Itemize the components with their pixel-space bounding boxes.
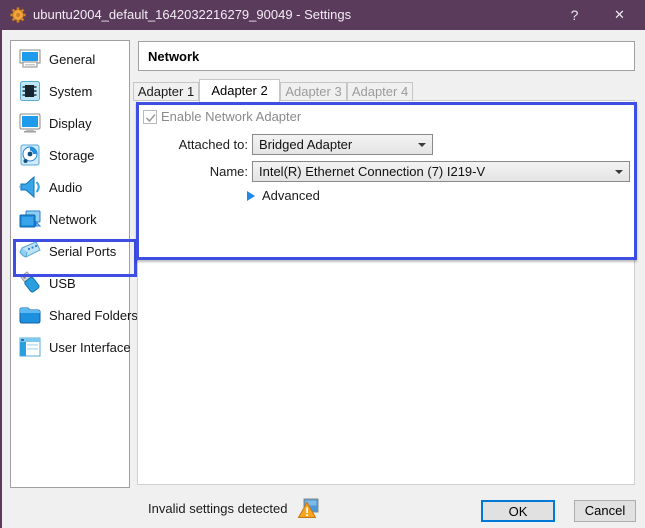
sidebar-item-display[interactable]: Display — [12, 107, 128, 139]
sidebar-item-general[interactable]: General — [12, 43, 128, 75]
sidebar-item-label: User Interface — [49, 340, 131, 355]
sidebar-item-label: Display — [49, 116, 92, 131]
invalid-settings-status: Invalid settings detected — [148, 501, 287, 516]
adapter-tab-pane — [137, 100, 635, 485]
audio-icon — [17, 174, 43, 200]
sidebar-item-label: General — [49, 52, 95, 67]
sidebar-item-label: Audio — [49, 180, 82, 195]
sidebar-item-label: Storage — [49, 148, 95, 163]
warning-icon — [297, 498, 319, 520]
sidebar-item-network[interactable]: Network — [12, 203, 128, 235]
page-title: Network — [148, 49, 199, 64]
tab-adapter-1[interactable]: Adapter 1 — [133, 82, 199, 101]
sidebar-item-audio[interactable]: Audio — [12, 171, 128, 203]
sidebar-item-storage[interactable]: Storage — [12, 139, 128, 171]
sidebar-item-serial-ports[interactable]: Serial Ports — [12, 235, 128, 267]
sidebar-item-shared-folders[interactable]: Shared Folders — [12, 299, 128, 331]
display-icon — [17, 110, 43, 136]
shared-folders-icon — [17, 302, 43, 328]
settings-window: ubuntu2004_default_1642032216279_90049 -… — [0, 0, 645, 528]
tab-adapter-2[interactable]: Adapter 2 — [199, 79, 280, 102]
network-icon — [17, 206, 43, 232]
adapter-name-label: Name: — [150, 164, 248, 179]
enable-network-adapter-checkbox — [143, 110, 157, 124]
titlebar: ubuntu2004_default_1642032216279_90049 -… — [0, 0, 645, 30]
sidebar-item-usb[interactable]: USB — [12, 267, 128, 299]
window-left-border — [0, 30, 2, 528]
settings-category-list: General System Display — [10, 40, 130, 488]
gear-icon — [10, 7, 26, 23]
ok-button[interactable]: OK — [481, 500, 555, 522]
system-icon — [17, 78, 43, 104]
advanced-label: Advanced — [262, 188, 320, 203]
general-icon — [17, 46, 43, 72]
sidebar-item-label: Network — [49, 212, 97, 227]
usb-icon — [17, 270, 43, 296]
sidebar-item-label: Serial Ports — [49, 244, 116, 259]
attached-to-dropdown[interactable]: Bridged Adapter — [252, 134, 433, 155]
attached-to-label: Attached to: — [150, 137, 248, 152]
storage-icon — [17, 142, 43, 168]
chevron-down-icon — [418, 143, 426, 147]
advanced-toggle[interactable]: Advanced — [247, 188, 320, 203]
cancel-button[interactable]: Cancel — [574, 500, 636, 522]
chevron-down-icon — [615, 170, 623, 174]
checkmark-icon — [144, 111, 158, 125]
help-button[interactable]: ? — [552, 0, 597, 30]
close-button[interactable]: ✕ — [597, 0, 642, 30]
enable-network-adapter-label: Enable Network Adapter — [161, 109, 301, 124]
tab-adapter-3: Adapter 3 — [280, 82, 347, 101]
sidebar-item-system[interactable]: System — [12, 75, 128, 107]
sidebar-item-label: USB — [49, 276, 76, 291]
sidebar-item-label: Shared Folders — [49, 308, 138, 323]
adapter-name-dropdown[interactable]: Intel(R) Ethernet Connection (7) I219-V — [252, 161, 630, 182]
user-interface-icon — [17, 334, 43, 360]
tab-adapter-4: Adapter 4 — [347, 82, 413, 101]
adapter-name-value: Intel(R) Ethernet Connection (7) I219-V — [259, 164, 485, 179]
triangle-right-icon — [247, 191, 255, 201]
serial-ports-icon — [17, 238, 43, 264]
sidebar-item-user-interface[interactable]: User Interface — [12, 331, 128, 363]
attached-to-value: Bridged Adapter — [259, 137, 352, 152]
sidebar-item-label: System — [49, 84, 92, 99]
window-title: ubuntu2004_default_1642032216279_90049 -… — [33, 0, 351, 30]
page-header: Network — [138, 41, 635, 71]
